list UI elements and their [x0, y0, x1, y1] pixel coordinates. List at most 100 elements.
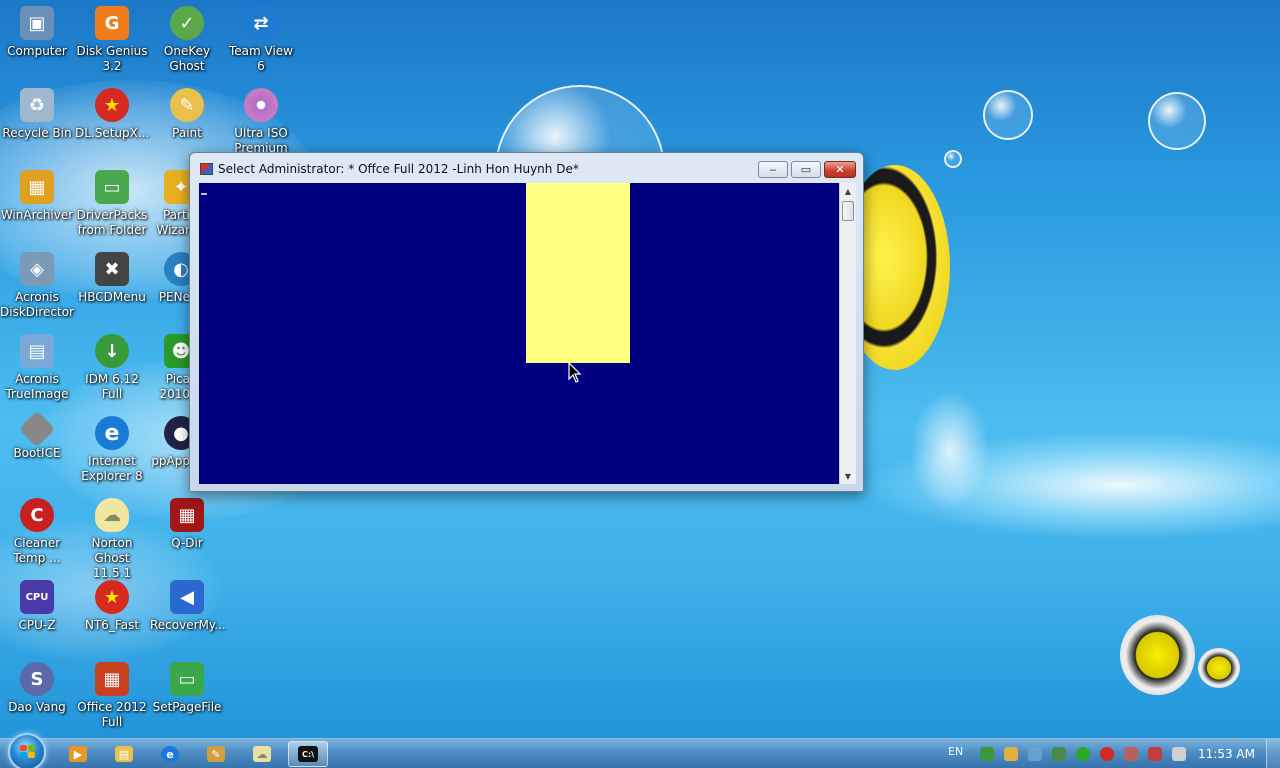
desktop-icon-setpagefile[interactable]: ▭ SetPageFile — [150, 662, 224, 715]
clock[interactable]: 11:53 AM — [1198, 747, 1255, 761]
ccleaner-icon: C — [20, 498, 54, 532]
desktop-icon-internet-explorer[interactable]: e Internet Explorer 8 — [75, 416, 149, 484]
desktop-icon-ppapp[interactable]: ● ppApp — [150, 416, 190, 469]
show-desktop-button[interactable] — [1266, 739, 1280, 768]
logo-bubble — [1148, 92, 1206, 150]
onekey-ghost-icon: ✓ — [170, 6, 204, 40]
maximize-icon: ▭ — [800, 163, 812, 176]
desktop-icon-norton-ghost[interactable]: ☁ Norton Ghost 11.5.1 — [75, 498, 149, 581]
bootice-icon — [18, 410, 56, 448]
desktop-icon-partition-wizard[interactable]: ✦ Parti Wizar — [150, 170, 190, 238]
taskbar-app-norton-ghost[interactable]: ☁ — [242, 741, 282, 767]
scroll-thumb[interactable] — [842, 201, 854, 221]
recycle-bin-icon: ♻ — [20, 88, 54, 122]
acronis-dd-icon: ◈ — [20, 252, 54, 286]
device-tray-icon[interactable] — [1028, 747, 1042, 761]
norton-ghost-icon: ☁ — [95, 498, 129, 532]
close-button[interactable]: ✕ — [824, 161, 856, 178]
dao-vang-icon: S — [20, 662, 54, 696]
desktop-icon-nt6-fast[interactable]: ★ NT6_Fast — [75, 580, 149, 633]
minimize-icon: ‒ — [769, 163, 777, 176]
archive-tray-icon[interactable] — [1004, 747, 1018, 761]
start-button[interactable] — [8, 733, 46, 768]
taskbar: ▶ ▤ e ✎ ☁ C:\ EN 11:53 AM — [0, 733, 1280, 768]
disc-icon — [244, 88, 278, 122]
tool-tray-icon[interactable] — [1124, 747, 1138, 761]
text-cursor — [201, 193, 207, 195]
taskbar-app-explorer[interactable]: ▤ — [104, 741, 144, 767]
desktop-icon-acronis-diskdirector[interactable]: ◈ Acronis DiskDirector — [0, 252, 74, 320]
monitor-tray-icon[interactable] — [1148, 747, 1162, 761]
scroll-down-icon[interactable]: ▼ — [840, 468, 856, 484]
cpuz-icon: CPU — [20, 580, 54, 614]
desktop-icon-picasa[interactable]: ☻ Pica 2010 — [150, 334, 190, 402]
console-app-icon — [200, 163, 213, 175]
desktop-icon-penet[interactable]: ◐ PENe — [150, 252, 190, 305]
desktop-icon-winarchiver[interactable]: ▦ WinArchiver — [0, 170, 74, 223]
desktop-icon-dao-vang[interactable]: S Dao Vang — [0, 662, 74, 715]
console-window[interactable]: Select Administrator: * Offce Full 2012 … — [189, 152, 864, 492]
folder-icon: ▤ — [115, 746, 133, 762]
ghost-icon: ☁ — [253, 746, 271, 762]
tools-icon: ✖ — [95, 252, 129, 286]
volume-muted-icon[interactable] — [1172, 747, 1186, 761]
network-tray-icon[interactable] — [980, 747, 994, 761]
desktop-icon-acronis-trueimage[interactable]: ▤ Acronis TrueImage — [0, 334, 74, 402]
desktop-icon-paint[interactable]: ✎ Paint — [150, 88, 224, 141]
vertical-scrollbar[interactable]: ▲ ▼ — [839, 183, 856, 484]
desktop-icon-cpuz[interactable]: CPU CPU-Z — [0, 580, 74, 633]
language-indicator[interactable]: EN — [948, 745, 963, 758]
minimize-button[interactable]: ‒ — [758, 161, 788, 178]
computer-icon: ▣ — [20, 6, 54, 40]
archive-icon: ▦ — [20, 170, 54, 204]
desktop-icon-hbcdmenu[interactable]: ✖ HBCDMenu — [75, 252, 149, 305]
office-icon: ▦ — [95, 662, 129, 696]
disk-genius-icon: G — [95, 6, 129, 40]
window-title: Select Administrator: * Offce Full 2012 … — [218, 162, 579, 176]
close-icon: ✕ — [835, 163, 845, 176]
setpagefile-icon: ▭ — [170, 662, 204, 696]
star-tray-icon[interactable] — [1100, 747, 1114, 761]
desktop-icon-bootice[interactable]: BootICE — [0, 410, 74, 461]
play-tray-icon[interactable] — [1076, 747, 1090, 761]
driverpacks-icon: ▭ — [95, 170, 129, 204]
windows-flag-icon — [20, 745, 36, 759]
console-area[interactable] — [199, 183, 839, 484]
desktop-icon-onekey-ghost[interactable]: ✓ OneKey Ghost — [150, 6, 224, 74]
desktop-icon-recycle-bin[interactable]: ♻ Recycle Bin — [0, 88, 74, 141]
desktop-icon-disk-genius[interactable]: G Disk Genius 3.2 — [75, 6, 149, 74]
desktop-icon-teamviewer[interactable]: ⇄ Team View 6 — [224, 6, 298, 74]
qdir-icon: ▦ — [170, 498, 204, 532]
taskbar-app-media-player[interactable]: ▶ — [58, 741, 98, 767]
star-icon: ★ — [95, 580, 129, 614]
picasa-icon: ☻ — [164, 334, 190, 368]
command-prompt-icon: C:\ — [298, 746, 318, 762]
acronis-ti-icon: ▤ — [20, 334, 54, 368]
idm-icon: ↓ — [95, 334, 129, 368]
desktop-icon-dl-setupx[interactable]: ★ DL.SetupX... — [75, 88, 149, 141]
desktop-icon-cleaner-temp[interactable]: C Cleaner Temp ... — [0, 498, 74, 566]
partition-wizard-icon: ✦ — [164, 170, 190, 204]
taskbar-app-internet-explorer[interactable]: e — [150, 741, 190, 767]
maximize-button[interactable]: ▭ — [791, 161, 821, 178]
desktop-icon-office-2012[interactable]: ▦ Office 2012 Full — [75, 662, 149, 730]
selection-block — [526, 183, 630, 363]
ie-icon: e — [161, 746, 179, 762]
desktop-icon-recovermy[interactable]: ◀ RecoverMy... — [150, 580, 226, 633]
paint-icon: ✎ — [207, 746, 225, 762]
windows-logo-bubble — [983, 90, 1033, 140]
penet-icon: ◐ — [164, 252, 190, 286]
desktop-icon-idm[interactable]: ↓ IDM 6.12 Full — [75, 334, 149, 402]
star-icon: ★ — [95, 88, 129, 122]
small-fish — [1120, 615, 1195, 695]
app-icon: ● — [164, 416, 190, 450]
desktop-icon-driverpacks[interactable]: ▭ DriverPacks from Folder — [75, 170, 149, 238]
taskbar-app-paint[interactable]: ✎ — [196, 741, 236, 767]
paint-icon: ✎ — [170, 88, 204, 122]
flag-tray-icon[interactable] — [1052, 747, 1066, 761]
desktop-icon-computer[interactable]: ▣ Computer — [0, 6, 74, 59]
desktop-icon-qdir[interactable]: ▦ Q-Dir — [150, 498, 224, 551]
taskbar-app-command-prompt[interactable]: C:\ — [288, 741, 328, 767]
scroll-up-icon[interactable]: ▲ — [840, 183, 856, 199]
ie-icon: e — [95, 416, 129, 450]
